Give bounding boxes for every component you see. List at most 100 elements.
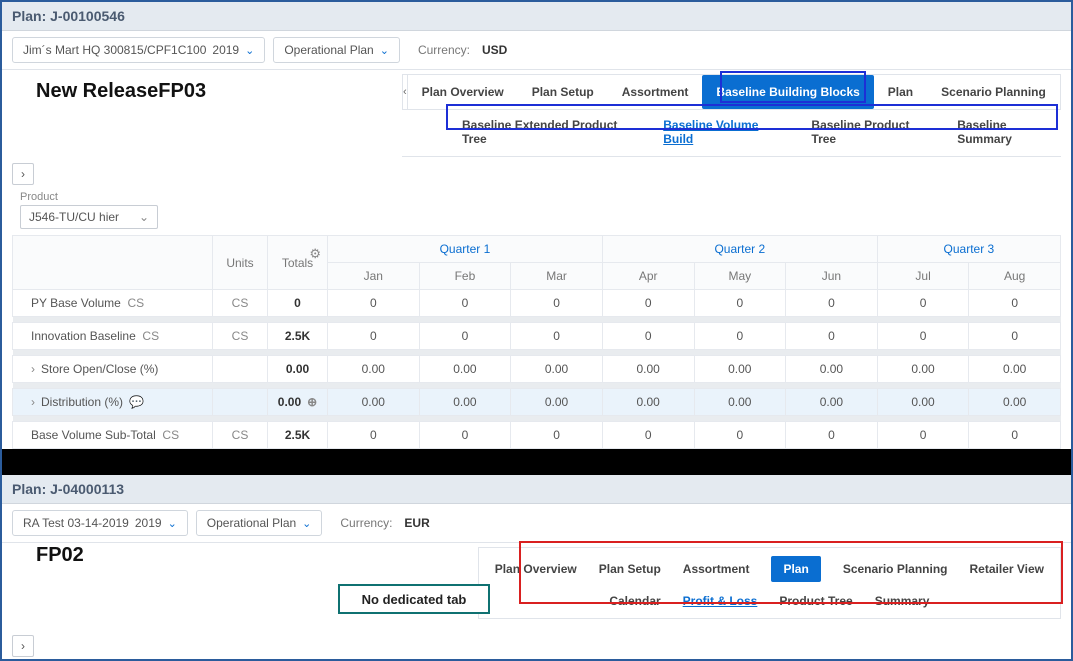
table-row[interactable]: ›Distribution (%)💬0.00⊕0.000.000.000.000…: [13, 389, 1061, 416]
cell-value[interactable]: 0.00: [328, 356, 420, 383]
cell-value[interactable]: 0: [419, 422, 511, 449]
cell-value[interactable]: 0: [877, 323, 969, 350]
chevron-right-icon[interactable]: ›: [31, 395, 35, 409]
nav-tab-plan-setup[interactable]: Plan Setup: [599, 562, 661, 576]
cell-value[interactable]: 0.00: [419, 356, 511, 383]
expand-panel-button-bottom[interactable]: ›: [12, 635, 34, 657]
comment-icon[interactable]: 💬: [129, 395, 144, 409]
sub-tab-baseline-summary[interactable]: Baseline Summary: [957, 118, 1061, 146]
cell-value[interactable]: 0.00: [602, 356, 694, 383]
plan-type-combo-bottom[interactable]: Operational Plan ⌄: [196, 510, 323, 536]
cell-value[interactable]: 0: [328, 323, 420, 350]
zoom-icon[interactable]: ⊕: [307, 395, 317, 409]
cell-value[interactable]: 0: [786, 290, 878, 317]
chevron-down-icon: ⌄: [302, 517, 311, 530]
chevron-right-icon[interactable]: ›: [31, 362, 35, 376]
breadcrumb-combo-top[interactable]: Jim´s Mart HQ 300815/CPF1C100 2019 ⌄: [12, 37, 265, 63]
cell-total: 0.00⊕: [268, 389, 328, 416]
cell-value[interactable]: 0: [511, 323, 603, 350]
nav-tab-plan[interactable]: Plan: [771, 556, 820, 582]
nav-tab-plan[interactable]: Plan: [874, 75, 927, 109]
cell-value[interactable]: 0: [969, 422, 1061, 449]
cell-value[interactable]: 0: [328, 290, 420, 317]
table-row[interactable]: Innovation Baseline CSCS2.5K00000000: [13, 323, 1061, 350]
nav-tab-retailer-view[interactable]: Retailer View: [970, 562, 1044, 576]
cell-value[interactable]: 0: [694, 323, 786, 350]
cell-value[interactable]: 0: [328, 422, 420, 449]
cell-value[interactable]: 0: [602, 290, 694, 317]
product-select-value: J546-TU/CU hier: [29, 210, 119, 224]
month-header: Apr: [602, 263, 694, 290]
cell-value[interactable]: 0.00: [969, 389, 1061, 416]
sub-tab-baseline-extended-product-tree[interactable]: Baseline Extended Product Tree: [462, 118, 639, 146]
cell-value[interactable]: 0.00: [694, 356, 786, 383]
nav-tab-scenario-planning[interactable]: Scenario Planning: [927, 75, 1060, 109]
currency-label-top: Currency:: [418, 43, 470, 57]
cell-total: 2.5K: [268, 323, 328, 350]
sub-tab-baseline-volume-build[interactable]: Baseline Volume Build: [663, 118, 787, 146]
sub-tab-profit-&-loss[interactable]: Profit & Loss: [683, 594, 758, 608]
month-header: Jan: [328, 263, 420, 290]
nav-tab-assortment[interactable]: Assortment: [683, 562, 750, 576]
breadcrumb-combo-bottom[interactable]: RA Test 03-14-2019 2019 ⌄: [12, 510, 188, 536]
sub-tab-summary[interactable]: Summary: [875, 594, 930, 608]
cell-value[interactable]: 0: [511, 422, 603, 449]
breadcrumb-year: 2019: [135, 516, 162, 530]
cell-value[interactable]: 0: [419, 323, 511, 350]
nav-tab-plan-overview[interactable]: Plan Overview: [495, 562, 577, 576]
sub-tab-product-tree[interactable]: Product Tree: [779, 594, 852, 608]
plan-title-top: Plan: J-00100546: [2, 2, 1071, 31]
gear-icon[interactable]: ⚙: [309, 246, 321, 262]
cell-value[interactable]: 0: [877, 422, 969, 449]
nav-tab-scenario-planning[interactable]: Scenario Planning: [843, 562, 948, 576]
quarter-header: Quarter 1: [328, 236, 603, 263]
cell-value[interactable]: 0.00: [969, 356, 1061, 383]
cell-value[interactable]: 0.00: [786, 356, 878, 383]
month-header: Jul: [877, 263, 969, 290]
product-select-top[interactable]: J546-TU/CU hier ⌄: [20, 205, 158, 229]
nav-tab-plan-overview[interactable]: Plan Overview: [408, 75, 518, 109]
cell-value[interactable]: 0: [786, 323, 878, 350]
table-row[interactable]: Base Volume Sub-Total CSCS2.5K00000000: [13, 422, 1061, 449]
quarter-header: Quarter 3: [877, 236, 1060, 263]
cell-value[interactable]: 0.00: [786, 389, 878, 416]
sub-tab-calendar[interactable]: Calendar: [609, 594, 660, 608]
cell-value[interactable]: 0: [694, 290, 786, 317]
chevron-down-icon: ⌄: [168, 517, 177, 530]
row-label-unit: CS: [142, 329, 159, 343]
sub-tab-baseline-product-tree[interactable]: Baseline Product Tree: [811, 118, 933, 146]
nav-tab-assortment[interactable]: Assortment: [608, 75, 703, 109]
plan-type-label: Operational Plan: [207, 516, 296, 530]
breadcrumb-year: 2019: [212, 43, 239, 57]
cell-value[interactable]: 0: [511, 290, 603, 317]
nav-tabs-top: ‹ Plan OverviewPlan SetupAssortmentBasel…: [402, 74, 1061, 110]
cell-value[interactable]: 0: [419, 290, 511, 317]
cell-value[interactable]: 0.00: [602, 389, 694, 416]
nav-tab-retailer-view[interactable]: Retailer View: [1060, 75, 1073, 109]
expand-panel-button[interactable]: ›: [12, 163, 34, 185]
cell-value[interactable]: 0.00: [419, 389, 511, 416]
row-label: Store Open/Close (%): [41, 362, 158, 376]
cell-value[interactable]: 0: [602, 422, 694, 449]
nav-tab-plan-setup[interactable]: Plan Setup: [518, 75, 608, 109]
plan-type-combo-top[interactable]: Operational Plan ⌄: [273, 37, 400, 63]
nav-tab-baseline-building-blocks[interactable]: Baseline Building Blocks: [702, 75, 873, 109]
cell-value[interactable]: 0: [877, 290, 969, 317]
col-units: Units: [213, 236, 268, 290]
cell-value[interactable]: 0.00: [877, 356, 969, 383]
row-label: Distribution (%): [41, 395, 123, 409]
cell-value[interactable]: 0.00: [328, 389, 420, 416]
cell-value[interactable]: 0.00: [511, 389, 603, 416]
cell-value[interactable]: 0: [694, 422, 786, 449]
cell-value[interactable]: 0.00: [511, 356, 603, 383]
cell-value[interactable]: 0: [786, 422, 878, 449]
table-row[interactable]: ›Store Open/Close (%)0.000.000.000.000.0…: [13, 356, 1061, 383]
cell-value[interactable]: 0: [602, 323, 694, 350]
cell-value[interactable]: 0: [969, 323, 1061, 350]
cell-value[interactable]: 0: [969, 290, 1061, 317]
cell-value[interactable]: 0.00: [694, 389, 786, 416]
table-row[interactable]: PY Base Volume CSCS000000000: [13, 290, 1061, 317]
cell-value[interactable]: 0.00: [877, 389, 969, 416]
product-label-top: Product: [20, 191, 1071, 203]
row-label-unit: CS: [128, 296, 145, 310]
